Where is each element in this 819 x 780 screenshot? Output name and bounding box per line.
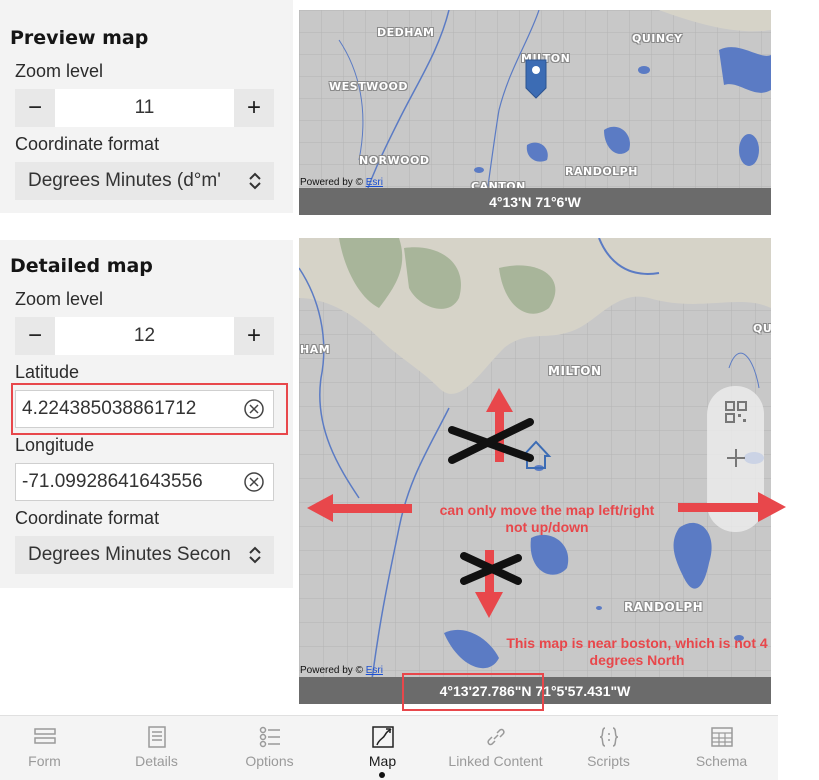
- move-note-line2: not up/down: [505, 519, 589, 535]
- coords-highlight-annotation: [402, 673, 544, 711]
- bottom-tab-bar: Form Details Options Map Linked Content …: [0, 715, 778, 780]
- link-icon: [487, 728, 505, 746]
- move-note-annotation: can only move the map left/right not up/…: [412, 502, 682, 536]
- tab-label: Options: [245, 753, 294, 769]
- tab-map[interactable]: Map: [327, 716, 438, 780]
- tab-label: Linked Content: [448, 753, 543, 769]
- details-icon: [148, 726, 166, 748]
- active-tab-indicator: [379, 772, 385, 778]
- schema-icon: [711, 727, 733, 747]
- form-icon: [34, 728, 56, 744]
- tab-form[interactable]: Form: [0, 716, 100, 780]
- tab-scripts[interactable]: Scripts: [553, 716, 664, 780]
- tab-label: Schema: [695, 753, 748, 769]
- options-icon: [259, 726, 280, 748]
- tab-details[interactable]: Details: [101, 716, 212, 780]
- map-icon: [372, 726, 394, 748]
- tab-label: Details: [135, 753, 178, 769]
- boston-note-line1: This map is near boston, which is not 4: [506, 635, 768, 651]
- scripts-icon: [599, 727, 619, 747]
- tab-label: Scripts: [587, 753, 630, 769]
- right-arrow-annotation: [678, 492, 786, 522]
- tab-linked-content[interactable]: Linked Content: [440, 716, 551, 780]
- cross-out-annotation: [448, 418, 534, 464]
- move-note-line1: can only move the map left/right: [439, 502, 655, 518]
- boston-note-annotation: This map is near boston, which is not 4 …: [487, 635, 787, 669]
- tab-label: Map: [368, 753, 397, 769]
- tab-label: Form: [28, 753, 61, 769]
- left-arrow-annotation: [307, 494, 412, 522]
- boston-note-line2: degrees North: [589, 652, 685, 668]
- tab-options[interactable]: Options: [214, 716, 325, 780]
- tab-schema[interactable]: Schema: [666, 716, 777, 780]
